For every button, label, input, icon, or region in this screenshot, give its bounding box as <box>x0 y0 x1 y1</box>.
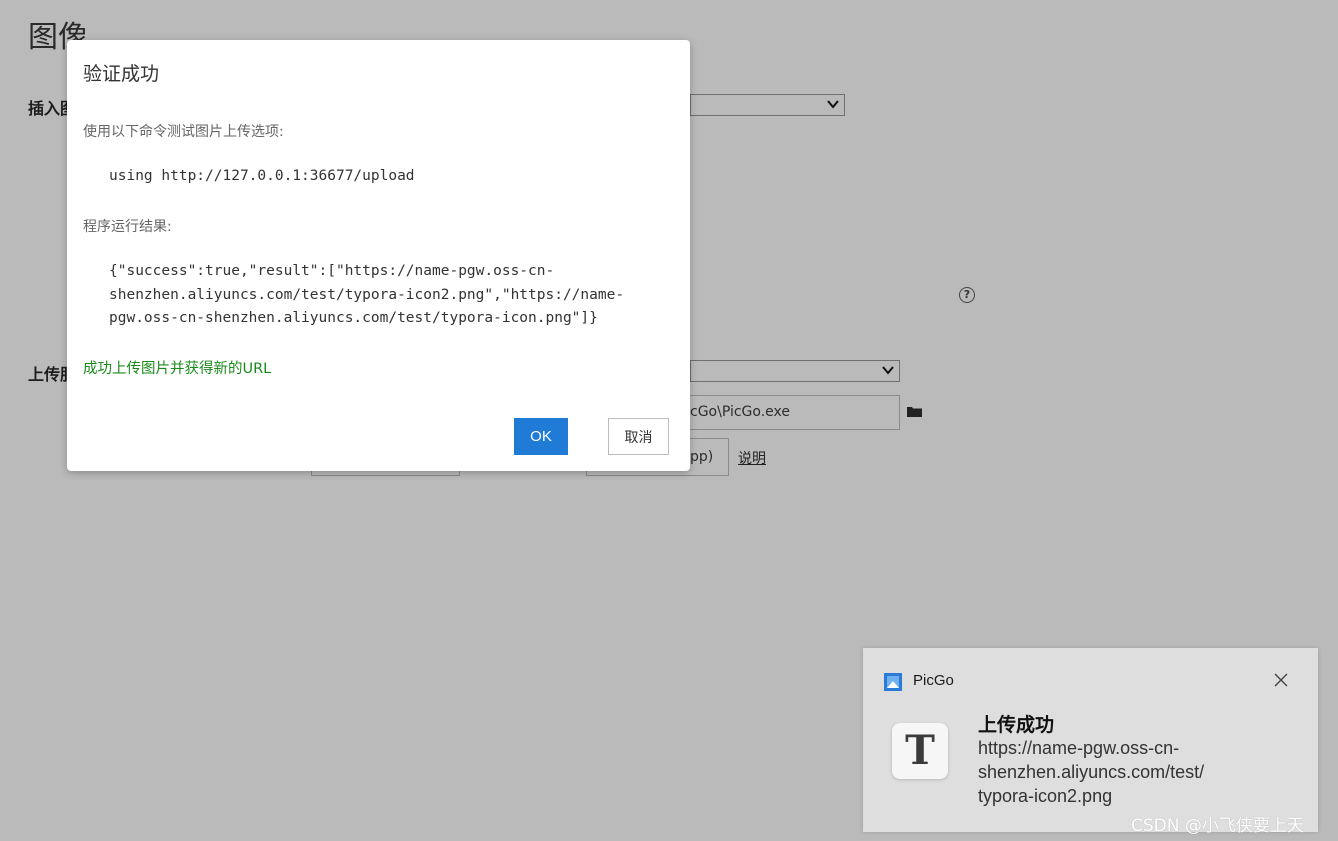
toast-body-line: https://name-pgw.oss-cn- <box>978 738 1180 758</box>
insert-image-select[interactable] <box>690 94 845 116</box>
picgo-toast[interactable]: PicGo T 上传成功 https://name-pgw.oss-cn- sh… <box>863 648 1318 832</box>
close-icon[interactable] <box>1273 672 1289 688</box>
explain-link[interactable]: 说明 <box>738 448 766 468</box>
result-label: 程序运行结果: <box>83 219 172 235</box>
ok-button[interactable]: OK <box>514 418 568 455</box>
chevron-down-icon <box>827 100 839 109</box>
result-line: pgw.oss-cn-shenzhen.aliyuncs.com/test/ty… <box>109 310 598 326</box>
toast-body-line: typora-icon2.png <box>978 786 1113 806</box>
result-output: {"success":true,"result":["https://name-… <box>109 260 624 331</box>
toast-title: 上传成功 <box>978 714 1055 736</box>
picgo-path-input[interactable]: cGo\PicGo.exe <box>690 395 900 430</box>
picgo-app-icon <box>884 673 902 691</box>
verify-dialog: 验证成功 使用以下命令测试图片上传选项: using http://127.0.… <box>67 40 690 471</box>
typora-thumbnail: T <box>892 723 948 779</box>
csdn-watermark: CSDN @小飞侠要上天 <box>1131 816 1304 836</box>
chevron-down-icon <box>882 366 894 375</box>
folder-icon[interactable] <box>907 406 923 418</box>
help-icon[interactable]: ? <box>959 287 975 303</box>
result-line: {"success":true,"result":["https://name-… <box>109 263 555 279</box>
dialog-title: 验证成功 <box>83 63 160 85</box>
test-command-text: using http://127.0.0.1:36677/upload <box>109 168 415 184</box>
result-line: shenzhen.aliyuncs.com/test/typora-icon2.… <box>109 286 625 303</box>
toast-body-line: shenzhen.aliyuncs.com/test/ <box>978 762 1205 782</box>
cancel-button[interactable]: 取消 <box>608 418 669 455</box>
success-message: 成功上传图片并获得新的URL <box>83 361 272 377</box>
dialog-intro-text: 使用以下命令测试图片上传选项: <box>83 124 284 140</box>
toast-body: https://name-pgw.oss-cn- shenzhen.aliyun… <box>978 736 1278 808</box>
upload-service-select[interactable] <box>690 360 900 382</box>
toast-app-name: PicGo <box>913 672 954 689</box>
